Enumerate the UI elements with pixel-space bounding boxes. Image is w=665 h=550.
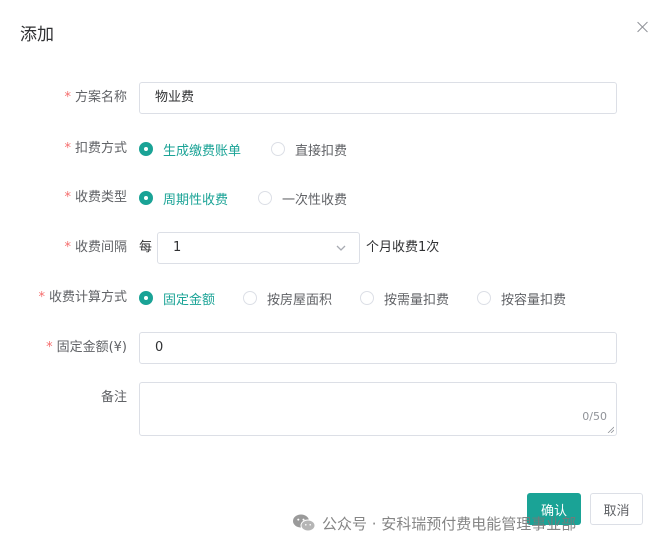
remark-label: 备注 [100, 390, 127, 405]
row-charge-type: * 收费类型 周期性收费 一次性收费 [0, 182, 665, 214]
radio-by-capacity[interactable]: 按容量扣费 [477, 289, 566, 308]
radio-checked-icon [139, 291, 153, 305]
plan-name-label: * 方案名称 [64, 90, 127, 105]
radio-direct-deduct[interactable]: 直接扣费 [271, 140, 347, 159]
charge-type-label: * 收费类型 [64, 190, 127, 205]
calc-method-radios: 固定金额 按房屋面积 按需量扣费 按容量扣费 [139, 282, 566, 314]
radio-unchecked-icon [360, 291, 375, 305]
radio-generate-bill[interactable]: 生成缴费账单 [139, 140, 241, 159]
fixed-amount-input[interactable]: 0 [139, 332, 617, 364]
radio-unchecked-icon [243, 291, 258, 305]
watermark: 公众号 · 安科瑞预付费电能管理事业部 [292, 512, 576, 534]
interval-suffix: 个月收费1次 [366, 240, 440, 255]
calc-method-label: * 收费计算方式 [38, 290, 127, 305]
resize-handle-icon[interactable] [607, 426, 614, 433]
charge-type-radios: 周期性收费 一次性收费 [139, 182, 377, 214]
radio-unchecked-icon [258, 191, 273, 205]
row-charge-interval: * 收费间隔 每 1 个月收费1次 [0, 232, 665, 264]
row-remark: 备注 0/50 [0, 382, 665, 436]
radio-fixed-amount[interactable]: 固定金额 [139, 289, 215, 308]
radio-checked-icon [139, 191, 153, 205]
radio-unchecked-icon [477, 291, 492, 305]
interval-select[interactable]: 1 [157, 232, 360, 264]
chevron-down-icon [336, 245, 346, 251]
remark-counter: 0/50 [582, 410, 607, 423]
row-plan-name: * 方案名称 物业费 [0, 82, 665, 114]
radio-unchecked-icon [271, 142, 286, 156]
deduction-method-radios: 生成缴费账单 直接扣费 [139, 133, 377, 165]
cancel-button[interactable]: 取消 [590, 493, 643, 525]
row-calc-method: * 收费计算方式 固定金额 按房屋面积 按需量扣费 按容量扣费 [0, 282, 665, 314]
row-deduction-method: * 扣费方式 生成缴费账单 直接扣费 [0, 133, 665, 165]
remark-textarea[interactable]: 0/50 [139, 382, 617, 436]
radio-by-area[interactable]: 按房屋面积 [243, 289, 332, 308]
interval-prefix: 每 [139, 240, 153, 255]
dialog-title: 添加 [20, 25, 54, 45]
wechat-icon [293, 514, 316, 532]
interval-select-value: 1 [173, 240, 182, 255]
watermark-text: 公众号 · 安科瑞预付费电能管理事业部 [322, 514, 577, 533]
radio-one-time[interactable]: 一次性收费 [258, 189, 347, 208]
row-fixed-amount: * 固定金额(¥) 0 [0, 332, 665, 364]
radio-by-demand[interactable]: 按需量扣费 [360, 289, 449, 308]
deduction-method-label: * 扣费方式 [64, 141, 127, 156]
charge-interval-label: * 收费间隔 [64, 240, 127, 255]
fixed-amount-label: * 固定金额(¥) [46, 340, 127, 355]
radio-periodic[interactable]: 周期性收费 [139, 189, 228, 208]
plan-name-input[interactable]: 物业费 [139, 82, 617, 114]
close-icon[interactable] [635, 19, 651, 35]
radio-checked-icon [139, 142, 153, 156]
